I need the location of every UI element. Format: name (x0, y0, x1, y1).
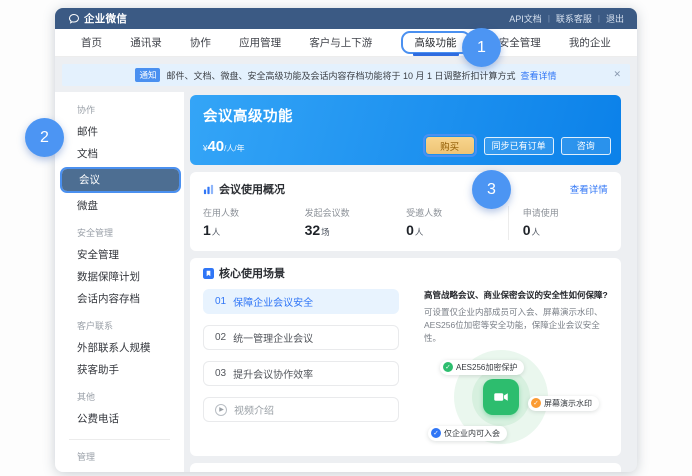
scenario-list: 01 保障企业会议安全 02 统一管理企业会议 03 提升会议协作效率 ▶ (203, 289, 399, 450)
buy-button[interactable]: 购买 (426, 137, 474, 154)
usage-card-title: 会议使用概况 (219, 181, 285, 197)
badge-internal-only: ✓ 仅企业内可入会 (428, 426, 507, 441)
tab-security-management[interactable]: 安全管理 (499, 29, 541, 56)
notice-bar: 通知 邮件、文档、微盘、安全高级功能及会话内容存档功能将于 10 月 1 日调整… (62, 64, 630, 86)
sidebar-group-management: 管理 (55, 441, 184, 468)
sidebar-item-paid-call[interactable]: 公费电话 (55, 408, 184, 430)
main-column: 会议高级功能 ¥40/人/年 购买 同步已有订单 咨询 (190, 95, 621, 472)
topbar: 企业微信 API文档 | 联系客服 | 退出 (55, 8, 637, 29)
consult-button[interactable]: 咨询 (561, 137, 611, 155)
stat-invited-users: 受邀人数 0人 (406, 206, 508, 240)
notice-badge: 通知 (135, 68, 160, 82)
sidebar-group-collaboration: 协作 (55, 94, 184, 121)
sidebar-item-security[interactable]: 安全管理 (55, 244, 184, 266)
stat-meetings-started: 发起会议数 32场 (305, 206, 407, 240)
tab-app-management[interactable]: 应用管理 (239, 29, 281, 56)
play-icon: ▶ (215, 404, 227, 416)
link-separator: | (548, 14, 550, 23)
admin-console-window: 企业微信 API文档 | 联系客服 | 退出 首页 通讯录 协作 应用管理 客户… (55, 8, 637, 472)
tab-my-company[interactable]: 我的企业 (569, 29, 611, 56)
logout-link[interactable]: 退出 (606, 12, 624, 25)
link-separator: | (598, 14, 600, 23)
scenario-item-manage[interactable]: 02 统一管理企业会议 (203, 325, 399, 350)
usage-overview-card: 会议使用概况 查看详情 在用人数 1人 发起会议数 32场 受邀人数 0人 (190, 172, 621, 251)
product-banner: 会议高级功能 ¥40/人/年 购买 同步已有订单 咨询 (190, 95, 621, 165)
stat-active-users: 在用人数 1人 (203, 206, 305, 240)
sidebar-item-mail[interactable]: 邮件 (55, 121, 184, 143)
tab-collaboration[interactable]: 协作 (190, 29, 211, 56)
chat-bubble-icon (68, 13, 80, 25)
tab-customers[interactable]: 客户与上下游 (309, 29, 372, 56)
page-title: 会议高级功能 (203, 105, 608, 126)
notice-text: 邮件、文档、微盘、安全高级功能及会话内容存档功能将于 10 月 1 日调整折扣计… (166, 69, 515, 82)
bookmark-icon (203, 268, 214, 279)
scenarios-card-title: 核心使用场景 (219, 265, 285, 281)
sidebar-item-data-protection[interactable]: 数据保障计划 (55, 266, 184, 288)
usage-stats: 在用人数 1人 发起会议数 32场 受邀人数 0人 申请使用 0人 (203, 206, 608, 240)
price-unit: /人/年 (224, 144, 244, 153)
sidebar-divider (69, 439, 170, 440)
app-logo-text: 企业微信 (84, 11, 127, 26)
callout-step-3: 3 (472, 170, 511, 209)
tab-contacts[interactable]: 通讯录 (130, 29, 162, 56)
feature-comparison-card: vs 功能对比 (190, 463, 621, 472)
usage-card-header: 会议使用概况 查看详情 (203, 181, 608, 197)
app-logo: 企业微信 (68, 11, 127, 26)
topbar-links: API文档 | 联系客服 | 退出 (509, 12, 624, 25)
callout-step-2: 2 (25, 118, 64, 157)
content-area: 协作 邮件 文档 会议 微盘 安全管理 安全管理 数据保障计划 会话内容存档 客… (55, 92, 637, 472)
usage-details-link[interactable]: 查看详情 (570, 182, 608, 196)
api-docs-link[interactable]: API文档 (509, 12, 542, 25)
orange-dot-icon: ✓ (531, 398, 541, 408)
price-amount: 40 (207, 138, 224, 155)
tab-advanced-features[interactable]: 高级功能 (401, 29, 471, 56)
sync-orders-button[interactable]: 同步已有订单 (484, 137, 554, 155)
sidebar-item-external-contacts[interactable]: 外部联系人规模 (55, 337, 184, 359)
scenarios-card-header: 核心使用场景 (203, 265, 608, 281)
sidebar-item-meeting[interactable]: 会议 (62, 169, 179, 191)
badge-aes-encryption: ✓ AES256加密保护 (440, 360, 524, 375)
sidebar-group-other: 其他 (55, 381, 184, 408)
sidebar-group-customer: 客户联系 (55, 310, 184, 337)
badge-screen-watermark: ✓ 屏幕演示水印 (528, 396, 599, 411)
scenario-item-efficiency[interactable]: 03 提升会议协作效率 (203, 361, 399, 386)
banner-buttons: 购买 同步已有订单 咨询 (423, 134, 611, 157)
scenario-detail: 高管战略会议、商业保密会议的安全性如何保障? 可设置仅企业内部成员可入会、屏幕演… (424, 289, 608, 450)
annotation-outline-buy: 购买 (423, 134, 477, 157)
scenario-detail-heading: 高管战略会议、商业保密会议的安全性如何保障? (424, 289, 608, 301)
sidebar-item-customer-acquisition[interactable]: 获客助手 (55, 359, 184, 381)
bar-chart-icon (203, 184, 214, 195)
scenario-item-security[interactable]: 01 保障企业会议安全 (203, 289, 399, 314)
tab-home[interactable]: 首页 (81, 29, 102, 56)
close-icon[interactable]: ✕ (613, 70, 621, 79)
core-scenarios-card: 核心使用场景 01 保障企业会议安全 02 统一管理企业会议 03 (190, 258, 621, 456)
sidebar-item-chat-archive[interactable]: 会话内容存档 (55, 288, 184, 310)
sidebar-group-security: 安全管理 (55, 217, 184, 244)
camera-shield-icon (483, 379, 519, 415)
stat-apply-usage: 申请使用 0人 (508, 206, 608, 240)
sidebar-item-purchased-features[interactable]: 已购功能 (55, 468, 184, 472)
sidebar-item-drive[interactable]: 微盘 (55, 195, 184, 217)
sidebar-item-docs[interactable]: 文档 (55, 143, 184, 165)
scenario-item-video-intro[interactable]: ▶ 视频介绍 (203, 397, 399, 422)
annotation-outline-meeting: 会议 (60, 167, 181, 193)
notice-details-link[interactable]: 查看详情 (521, 69, 557, 82)
scenario-detail-body: 可设置仅企业内部成员可入会、屏幕演示水印、AES256位加密等安全功能，保障企业… (424, 306, 608, 346)
security-illustration: ✓ AES256加密保护 ✓ 屏幕演示水印 ✓ 仅企业内可入会 (424, 350, 608, 450)
primary-nav: 首页 通讯录 协作 应用管理 客户与上下游 高级功能 安全管理 我的企业 (55, 29, 637, 57)
blue-dot-icon: ✓ (431, 428, 441, 438)
green-dot-icon: ✓ (443, 362, 453, 372)
callout-step-1: 1 (462, 28, 501, 67)
price: ¥40/人/年 (203, 138, 245, 156)
contact-support-link[interactable]: 联系客服 (556, 12, 592, 25)
sidebar: 协作 邮件 文档 会议 微盘 安全管理 安全管理 数据保障计划 会话内容存档 客… (55, 92, 184, 472)
